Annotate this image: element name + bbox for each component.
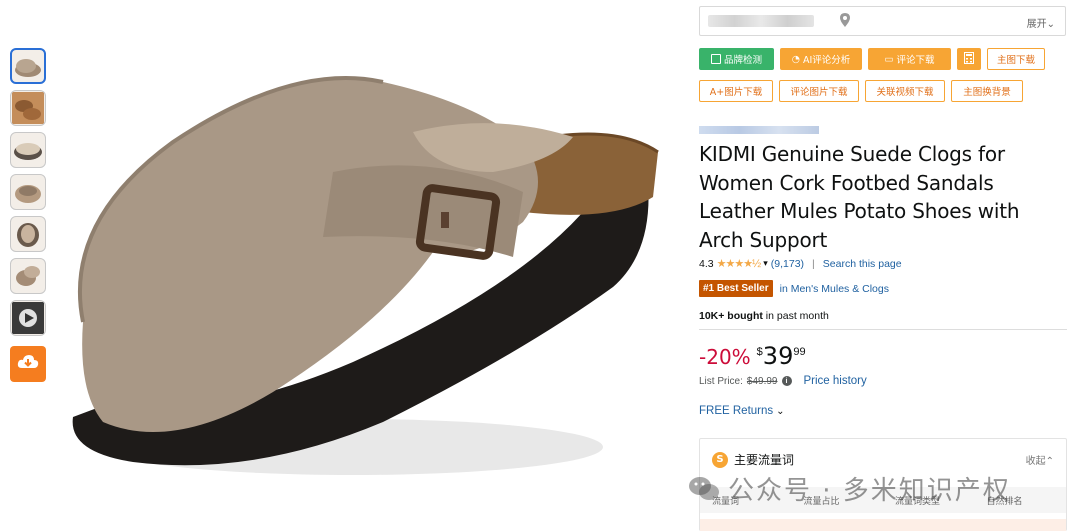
info-icon[interactable]: i xyxy=(781,376,792,386)
brand-check-button[interactable]: 品牌检测 xyxy=(699,48,774,70)
rating-value: 4.3 xyxy=(699,257,714,270)
product-info-panel: 展开⌄ 品牌检测 ◔ AI评论分析 ▭ 评论下载 主图下载 A+图片下载 评论图… xyxy=(699,0,1071,531)
list-price-label: List Price: xyxy=(699,375,743,387)
best-seller-row: #1 Best Seller in Men's Mules & Clogs xyxy=(699,280,889,297)
main-image-download-button[interactable]: 主图下载 xyxy=(987,48,1045,70)
list-price-row: List Price: $49.99 i Price history xyxy=(699,375,867,387)
cloud-download-icon xyxy=(17,353,39,376)
product-title: KIDMI Genuine Suede Clogs for Women Cork… xyxy=(699,142,1020,252)
bought-suffix: in past month xyxy=(762,310,829,322)
cloud-download-button[interactable] xyxy=(10,346,46,382)
best-seller-badge: #1 Best Seller xyxy=(699,280,773,297)
thumbnail-3[interactable] xyxy=(10,132,46,168)
brand-check-label: 品牌检测 xyxy=(723,55,762,66)
traffic-logo-icon: S xyxy=(712,451,728,468)
pie-chart-icon: ◔ xyxy=(791,53,800,65)
thumbnail-5[interactable] xyxy=(10,216,46,252)
list-price-value: $49.99 xyxy=(746,375,778,387)
star-rating-icon[interactable]: ★★★★½ xyxy=(717,257,762,270)
best-seller-category-link[interactable]: in Men's Mules & Clogs xyxy=(780,283,889,295)
divider-line xyxy=(699,329,1067,330)
chevron-down-icon: ⌄ xyxy=(776,405,785,417)
discount-percent: -20% xyxy=(699,345,751,369)
main-product-image[interactable] xyxy=(53,22,660,527)
comment-icon: ▭ xyxy=(884,53,894,65)
thumbnail-strip xyxy=(10,48,46,382)
ai-review-button[interactable]: ◔ AI评论分析 xyxy=(780,48,862,70)
wechat-logo-icon xyxy=(688,475,720,503)
price-row: -20% $ 39 99 xyxy=(699,342,806,370)
related-video-download-button[interactable]: 关联视频下载 xyxy=(865,80,945,102)
price-history-link[interactable]: Price history xyxy=(804,375,867,387)
square-icon xyxy=(710,54,721,64)
thumbnail-1[interactable] xyxy=(10,48,46,84)
review-download-button[interactable]: ▭ 评论下载 xyxy=(868,48,951,70)
expand-toggle[interactable]: 展开⌄ xyxy=(1027,15,1055,30)
blurred-brand-link[interactable] xyxy=(699,126,819,134)
location-pin-icon xyxy=(840,13,850,32)
divider: | xyxy=(812,257,815,270)
thumbnail-6[interactable] xyxy=(10,258,46,294)
free-returns-label: FREE Returns xyxy=(699,405,774,417)
chevron-down-icon[interactable]: ▾ xyxy=(763,258,768,269)
main-image-background-button[interactable]: 主图换背景 xyxy=(951,80,1023,102)
thumbnail-4[interactable] xyxy=(10,174,46,210)
wechat-watermark: 公众号 · 多米知识产权 xyxy=(688,470,1011,507)
review-download-label: 评论下载 xyxy=(896,55,935,66)
price-whole: 39 xyxy=(762,342,794,370)
calculator-button[interactable] xyxy=(957,48,981,70)
delivery-location-bar[interactable]: 展开⌄ xyxy=(699,6,1066,36)
review-count-link[interactable]: (9,173) xyxy=(771,258,804,270)
ai-review-label: AI评论分析 xyxy=(802,55,851,66)
bought-count: 10K+ bought xyxy=(699,310,763,322)
price-fraction: 99 xyxy=(793,346,806,358)
search-this-page-link[interactable]: Search this page xyxy=(823,258,902,270)
watermark-text: 公众号 · 多米知识产权 xyxy=(728,476,1011,506)
collapse-toggle[interactable]: 收起⌃ xyxy=(1026,452,1054,467)
traffic-title: 主要流量词 xyxy=(734,453,795,467)
bought-in-past-month: 10K+ bought in past month xyxy=(699,310,829,322)
traffic-header: S 主要流量词 xyxy=(712,451,794,468)
review-image-download-button[interactable]: 评论图片下载 xyxy=(779,80,859,102)
free-returns-link[interactable]: FREE Returns ⌄ xyxy=(699,405,785,417)
blurred-location xyxy=(708,15,814,27)
rating-row: 4.3 ★★★★½ ▾ (9,173) | Search this page xyxy=(699,257,902,271)
thumbnail-7-video[interactable] xyxy=(10,300,46,336)
table-row[interactable] xyxy=(700,519,1066,531)
aplus-download-button[interactable]: A+图片下载 xyxy=(699,80,773,102)
calculator-icon xyxy=(964,51,974,67)
thumbnail-2[interactable] xyxy=(10,90,46,126)
